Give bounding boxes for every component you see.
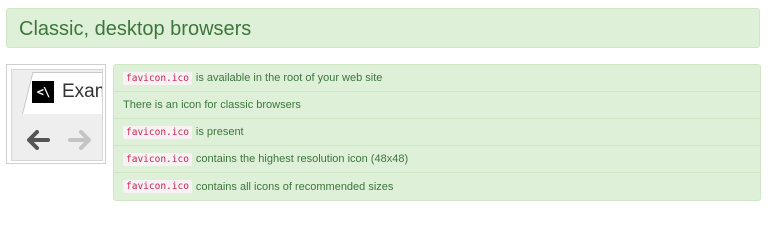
favicon-icon: <\: [32, 81, 54, 103]
section-title: Classic, desktop browsers: [6, 8, 760, 48]
check-code: favicon.ico: [123, 125, 192, 139]
check-text: is present: [195, 126, 244, 138]
tab-content: <\ Exam: [32, 80, 102, 104]
check-code: favicon.ico: [123, 152, 192, 166]
check-text: is available in the root of your web sit…: [195, 72, 383, 84]
check-item: There is an icon for classic browsers: [114, 92, 760, 119]
browser-nav: [12, 120, 102, 160]
check-text: There is an icon for classic browsers: [123, 99, 301, 111]
check-text: contains the highest resolution icon (48…: [195, 153, 409, 165]
forward-arrow-icon: [68, 130, 91, 150]
check-code: favicon.ico: [123, 71, 192, 85]
check-code: favicon.ico: [123, 180, 192, 193]
check-item: favicon.ico contains the highest resolut…: [114, 146, 760, 173]
check-list: favicon.ico is available in the root of …: [113, 64, 761, 201]
check-item: favicon.ico contains all icons of recomm…: [114, 173, 760, 200]
browser-frame: <\ Exam: [11, 69, 103, 161]
check-item: favicon.ico is available in the root of …: [114, 65, 760, 92]
tab-title: Exam: [62, 81, 102, 102]
back-arrow-icon: [27, 130, 50, 150]
browser-preview: <\ Exam: [6, 64, 106, 164]
check-item: favicon.ico is present: [114, 119, 760, 146]
check-text: contains all icons of recommended sizes: [195, 180, 394, 193]
